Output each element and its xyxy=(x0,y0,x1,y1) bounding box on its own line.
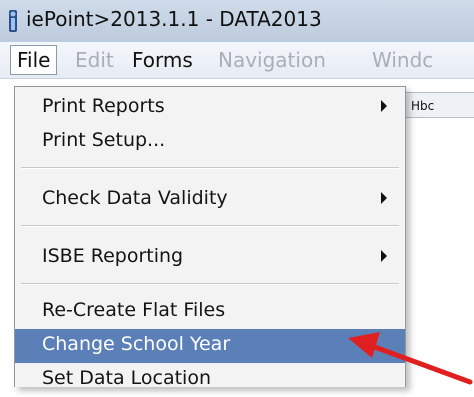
menu-separator xyxy=(21,167,399,169)
menu-item-print-setup[interactable]: Print Setup... xyxy=(15,125,405,159)
background-tab[interactable]: Hbc xyxy=(404,92,474,118)
submenu-arrow-icon xyxy=(381,100,387,112)
menu-edit[interactable]: Edit xyxy=(75,48,114,72)
menu-item-print-reports[interactable]: Print Reports xyxy=(15,91,405,125)
menu-item-isbe-reporting[interactable]: ISBE Reporting xyxy=(15,241,405,275)
menu-item-label: Print Reports xyxy=(42,95,165,117)
menu-separator xyxy=(21,225,399,227)
file-menu-dropdown: Print Reports Print Setup... Check Data … xyxy=(14,86,406,389)
menu-item-set-data-location[interactable]: Set Data Location xyxy=(15,363,405,397)
menu-bar: File Edit Forms Navigation Windc xyxy=(0,42,474,79)
menu-item-label: Re-Create Flat Files xyxy=(42,299,226,321)
menu-window[interactable]: Windc xyxy=(372,48,433,72)
menu-item-label: Print Setup... xyxy=(42,129,166,151)
menu-separator xyxy=(21,283,399,285)
submenu-arrow-icon xyxy=(381,192,387,204)
menu-forms[interactable]: Forms xyxy=(132,48,193,72)
title-bar: iePoint>2013.1.1 - DATA2013 xyxy=(0,0,474,42)
menu-item-check-data-validity[interactable]: Check Data Validity xyxy=(15,183,405,217)
menu-item-label: ISBE Reporting xyxy=(42,245,184,267)
menu-item-change-school-year[interactable]: Change School Year xyxy=(15,329,405,363)
submenu-arrow-icon xyxy=(381,250,387,262)
menu-item-re-create-flat-files[interactable]: Re-Create Flat Files xyxy=(15,295,405,329)
menu-navigation[interactable]: Navigation xyxy=(218,48,326,72)
menu-item-label: Check Data Validity xyxy=(42,187,228,209)
window-title: iePoint>2013.1.1 - DATA2013 xyxy=(26,7,322,31)
iepoint-app-icon xyxy=(9,10,17,32)
menu-file[interactable]: File xyxy=(10,45,58,75)
menu-item-label: Change School Year xyxy=(42,333,231,355)
